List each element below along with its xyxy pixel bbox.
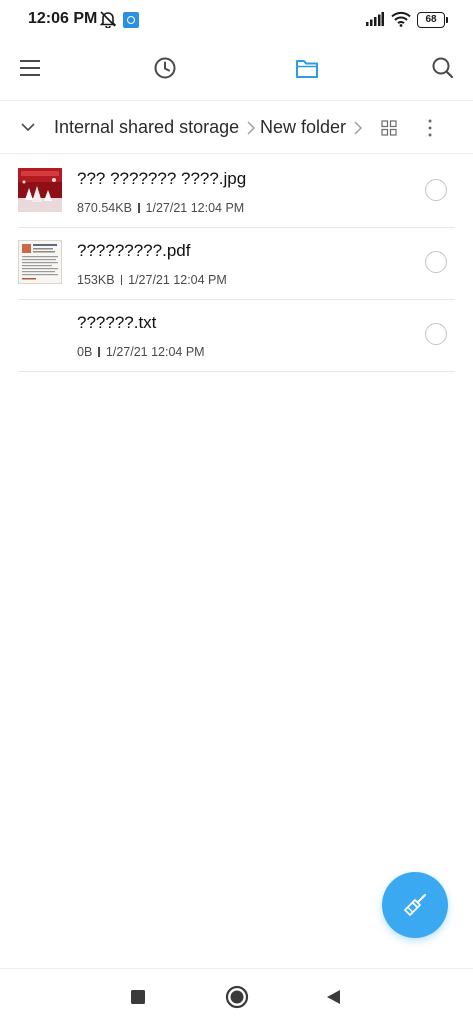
list-item[interactable]: ??? ??????? ????.jpg 870.54KB 1/27/21 12:… <box>18 156 455 228</box>
file-meta: 153KB 1/27/21 12:04 PM <box>77 273 227 287</box>
status-bar: 12:06 PM 68 <box>0 0 473 40</box>
home-circle-icon[interactable] <box>223 983 251 1011</box>
wifi-icon <box>391 11 411 32</box>
back-triangle-icon[interactable] <box>319 983 347 1011</box>
file-date: 1/27/21 12:04 PM <box>128 273 227 287</box>
meta-divider <box>120 275 123 285</box>
file-size: 870.54KB <box>77 201 132 215</box>
status-time: 12:06 PM <box>28 10 98 27</box>
battery-icon: 68 <box>417 12 448 28</box>
breadcrumb-item-storage[interactable]: Internal shared storage <box>54 117 239 138</box>
list-item[interactable]: ?????????.pdf 153KB 1/27/21 12:04 PM <box>18 228 455 300</box>
system-nav-bar <box>0 968 473 1024</box>
file-size: 153KB <box>77 273 115 287</box>
search-icon[interactable] <box>429 54 457 82</box>
recent-clock-icon[interactable] <box>151 54 179 82</box>
meta-divider <box>98 347 100 357</box>
grid-view-icon[interactable] <box>381 120 397 136</box>
app-notification-icon <box>123 12 139 28</box>
file-name: ??????.txt <box>77 313 157 332</box>
file-name: ?????????.pdf <box>77 241 191 260</box>
meta-divider <box>137 203 140 213</box>
chevron-down-icon[interactable] <box>20 119 36 135</box>
select-radio[interactable] <box>425 323 447 345</box>
file-name: ??? ??????? ????.jpg <box>77 169 247 188</box>
dnd-off-icon <box>99 10 117 33</box>
file-manager-screen: 12:06 PM 68 Internal shared storage New … <box>0 0 473 1024</box>
menu-icon[interactable] <box>16 54 44 82</box>
pdf-thumbnail <box>18 240 62 284</box>
recents-square-icon[interactable] <box>124 983 152 1011</box>
more-options-icon[interactable] <box>422 117 438 139</box>
file-size: 0B <box>77 345 93 359</box>
chevron-right-icon <box>353 120 363 136</box>
select-radio[interactable] <box>425 179 447 201</box>
clean-button[interactable] <box>382 872 448 938</box>
file-meta: 870.54KB 1/27/21 12:04 PM <box>77 201 244 215</box>
select-radio[interactable] <box>425 251 447 273</box>
chevron-right-icon <box>246 120 256 136</box>
file-date: 1/27/21 12:04 PM <box>105 345 205 359</box>
folder-icon[interactable] <box>293 54 321 82</box>
top-toolbar <box>0 48 473 88</box>
file-meta: 0B 1/27/21 12:04 PM <box>77 345 205 359</box>
file-date: 1/27/21 12:04 PM <box>145 201 245 215</box>
signal-icon <box>366 12 384 31</box>
list-item[interactable]: ??????.txt 0B 1/27/21 12:04 PM <box>18 300 455 372</box>
breadcrumb-item-folder[interactable]: New folder <box>260 117 346 138</box>
image-thumbnail <box>18 168 62 212</box>
file-list: ??? ??????? ????.jpg 870.54KB 1/27/21 12:… <box>0 156 473 372</box>
clean-brush-icon <box>404 894 426 916</box>
breadcrumb: Internal shared storage New folder <box>0 100 473 154</box>
